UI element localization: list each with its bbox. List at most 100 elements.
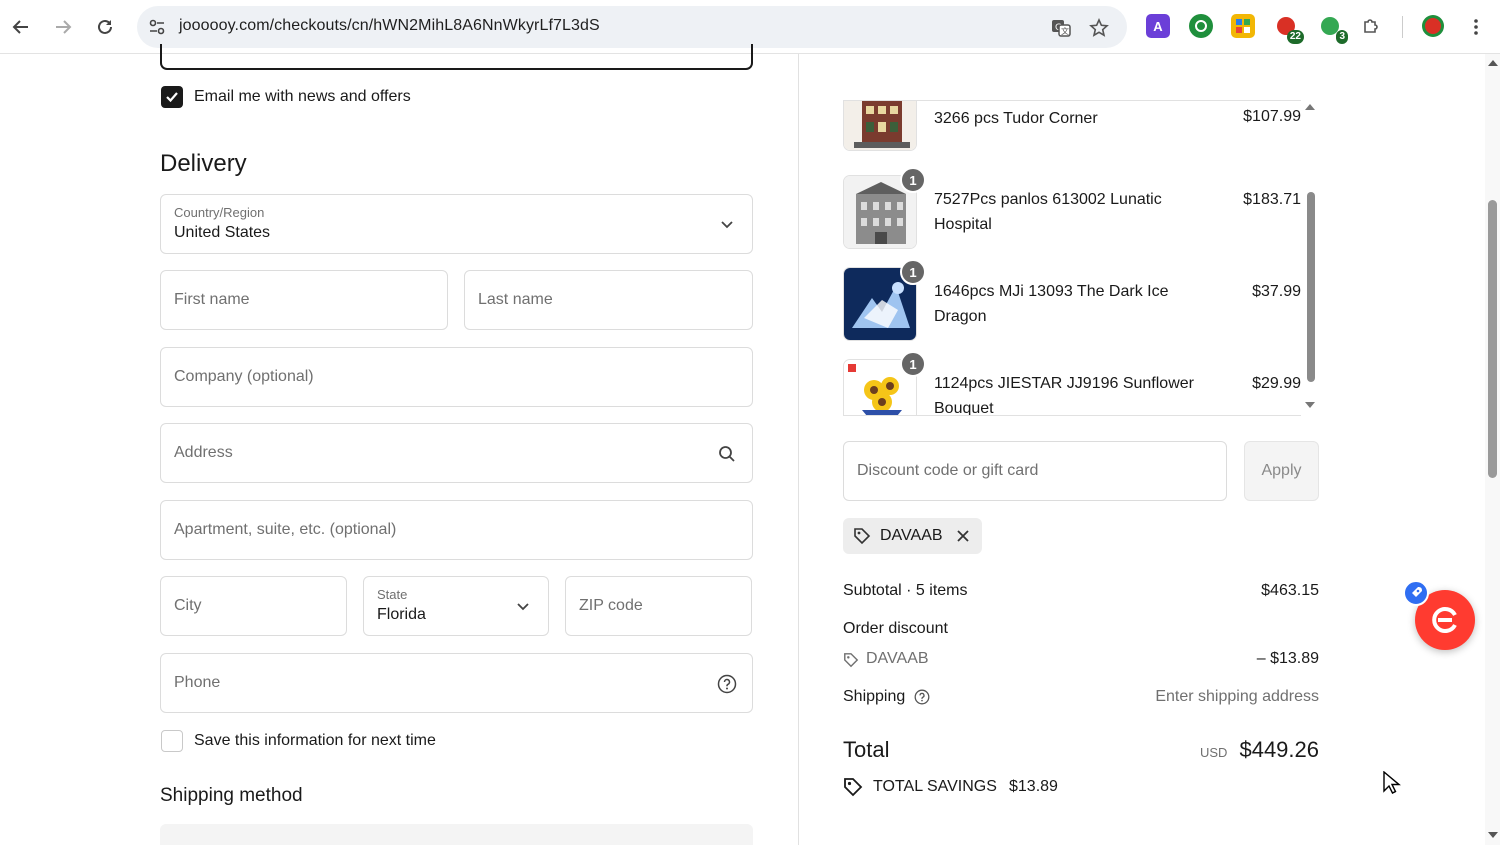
apartment-field[interactable]: Apartment, suite, etc. (optional): [160, 500, 753, 560]
browser-menu-icon[interactable]: [1461, 12, 1491, 42]
address-bar[interactable]: joooooy.com/checkouts/cn/hWN2MihL8A6NnWk…: [137, 6, 1127, 48]
country-label: Country/Region: [174, 205, 265, 220]
site-info-icon[interactable]: [147, 17, 167, 37]
product-name: 1124pcs JIESTAR JJ9196 Sunflower Bouquet: [934, 375, 1194, 416]
apply-button[interactable]: Apply: [1244, 441, 1319, 501]
quantity-badge: 1: [900, 167, 926, 193]
back-arrow-icon: [12, 20, 28, 34]
tag-icon: [854, 528, 871, 545]
country-select[interactable]: Country/Region United States: [160, 194, 753, 254]
checkout-form: Email me with news and offers Delivery C…: [0, 44, 798, 845]
quantity-badge: 1: [900, 351, 926, 377]
scroll-down-icon[interactable]: [1305, 402, 1315, 408]
product-list[interactable]: 3266 pcs Tudor Corner $107.99 7527Pcs pa…: [843, 100, 1301, 416]
forward-arrow-icon: [56, 20, 72, 34]
total-savings-label: TOTAL SAVINGS: [873, 778, 997, 795]
address-placeholder: Address: [174, 444, 233, 461]
help-icon[interactable]: [914, 689, 930, 705]
discount-code-input[interactable]: Discount code or gift card: [843, 441, 1227, 501]
chevron-down-icon: [512, 596, 534, 618]
order-summary: 3266 pcs Tudor Corner $107.99 7527Pcs pa…: [799, 54, 1485, 845]
savings-tag-icon: [844, 778, 863, 797]
help-icon[interactable]: [716, 673, 738, 695]
applied-discount-code: DAVAAB: [880, 527, 943, 544]
svg-text:文: 文: [1061, 26, 1069, 36]
extension-green-icon[interactable]: [1189, 14, 1213, 38]
mouse-cursor-icon: [1383, 771, 1401, 794]
floating-chat-widget[interactable]: [1403, 580, 1485, 660]
product-name: 7527Pcs panlos 613002 Lunatic Hospital: [934, 191, 1162, 233]
chevron-down-icon: [716, 214, 738, 236]
scroll-up-icon[interactable]: [1488, 60, 1498, 66]
close-icon[interactable]: [954, 527, 972, 545]
extension-a-icon[interactable]: A: [1146, 14, 1170, 38]
first-name-field[interactable]: First name: [160, 270, 448, 330]
city-field[interactable]: City: [160, 576, 347, 636]
state-value: Florida: [377, 606, 426, 623]
first-name-placeholder: First name: [174, 291, 250, 308]
subtotal-label: Subtotal · 5 items: [843, 582, 968, 599]
checkmark-icon: [166, 92, 178, 103]
scroll-down-icon[interactable]: [1488, 832, 1498, 838]
save-info-label: Save this information for next time: [194, 732, 436, 749]
list-item: 3266 pcs Tudor Corner $107.99: [843, 101, 1301, 157]
forward-button[interactable]: [48, 12, 78, 42]
phone-field[interactable]: Phone: [160, 653, 753, 713]
extension-chat-icon[interactable]: 3: [1318, 14, 1348, 44]
email-offers-label: Email me with news and offers: [194, 88, 411, 105]
toolbar-separator: [1402, 16, 1403, 38]
company-placeholder: Company (optional): [174, 368, 314, 385]
total-savings-value: $13.89: [1009, 778, 1058, 795]
product-list-scrollbar[interactable]: [1303, 102, 1317, 414]
total-label: Total: [843, 737, 890, 762]
extension-red-icon[interactable]: 22: [1274, 14, 1304, 44]
url-text: joooooy.com/checkouts/cn/hWN2MihL8A6NnWk…: [179, 17, 600, 34]
product-name: 3266 pcs Tudor Corner: [934, 110, 1098, 127]
reload-button[interactable]: [90, 12, 120, 42]
product-thumbnail: [843, 101, 917, 151]
email-offers-checkbox[interactable]: [161, 86, 183, 108]
discount-code-label: DAVAAB: [866, 650, 929, 667]
scroll-up-icon[interactable]: [1305, 104, 1315, 110]
extensions-puzzle-icon[interactable]: [1359, 14, 1383, 38]
address-field[interactable]: Address: [160, 423, 753, 483]
reload-icon: [98, 19, 112, 34]
back-button[interactable]: [6, 12, 36, 42]
apartment-placeholder: Apartment, suite, etc. (optional): [174, 521, 397, 538]
discount-value: – $13.89: [1256, 650, 1319, 667]
shipping-label: Shipping: [843, 688, 906, 705]
extension-grid-icon[interactable]: [1231, 14, 1255, 38]
order-discount-label: Order discount: [843, 620, 948, 637]
product-price: $37.99: [1252, 283, 1301, 300]
last-name-field[interactable]: Last name: [464, 270, 753, 330]
phone-placeholder: Phone: [174, 674, 221, 691]
product-price: $183.71: [1243, 191, 1301, 208]
product-price: $107.99: [1243, 108, 1301, 125]
total-value: $449.26: [1239, 737, 1319, 762]
state-select[interactable]: State Florida: [363, 576, 549, 636]
zip-placeholder: ZIP code: [579, 597, 643, 614]
delivery-title: Delivery: [160, 150, 247, 177]
tag-icon: [844, 653, 859, 668]
email-field[interactable]: [160, 44, 753, 70]
profile-avatar[interactable]: [1421, 14, 1445, 38]
state-label: State: [377, 587, 408, 602]
page-scrollbar[interactable]: [1485, 54, 1500, 845]
shipping-method-box: [160, 824, 753, 845]
discount-placeholder: Discount code or gift card: [857, 462, 1039, 479]
chat-logo-icon: [1432, 607, 1457, 633]
city-placeholder: City: [174, 597, 202, 614]
rocket-icon[interactable]: [1403, 580, 1429, 606]
product-list-scroll-thumb[interactable]: [1307, 192, 1315, 382]
translate-icon[interactable]: G文: [1049, 16, 1073, 40]
product-name: 1646pcs MJi 13093 The Dark Ice Dragon: [934, 283, 1169, 325]
subtotal-value: $463.15: [1261, 582, 1319, 599]
save-info-checkbox[interactable]: [161, 730, 183, 752]
page-scroll-thumb[interactable]: [1488, 200, 1497, 478]
shipping-method-title: Shipping method: [160, 785, 303, 806]
applied-discount-chip: DAVAAB: [843, 518, 982, 554]
zip-field[interactable]: ZIP code: [565, 576, 752, 636]
company-field[interactable]: Company (optional): [160, 347, 753, 407]
bookmark-star-icon[interactable]: [1087, 16, 1111, 40]
country-value: United States: [174, 224, 271, 241]
